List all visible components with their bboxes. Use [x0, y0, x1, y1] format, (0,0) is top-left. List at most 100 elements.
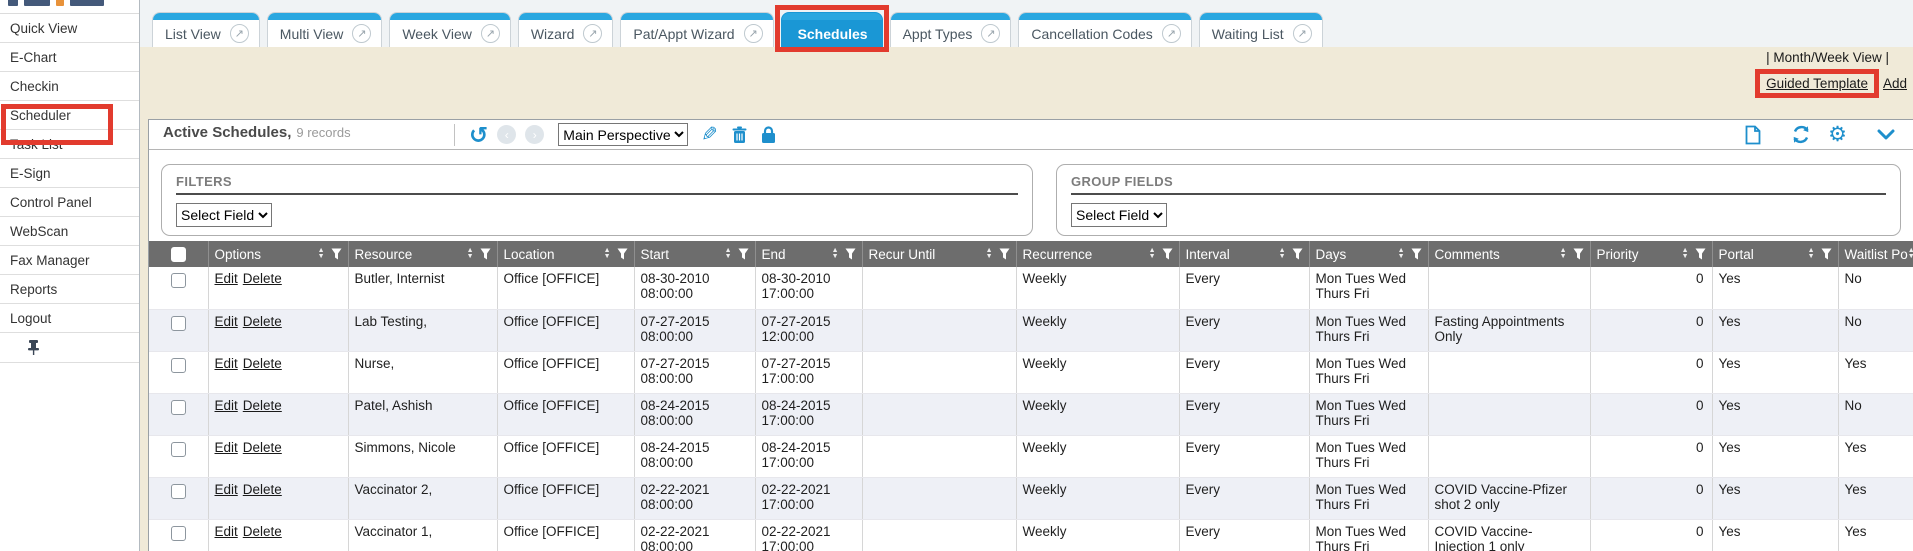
column-header-resource[interactable]: Resource▲▼: [348, 241, 497, 267]
row-checkbox[interactable]: [171, 484, 186, 499]
row-checkbox[interactable]: [171, 442, 186, 457]
edit-link[interactable]: Edit: [215, 524, 238, 539]
next-icon[interactable]: ›: [525, 125, 544, 144]
open-new-window-icon[interactable]: ↗: [1162, 24, 1181, 43]
open-new-window-icon[interactable]: ↗: [352, 24, 371, 43]
sort-arrows-icon[interactable]: ▲▼: [467, 248, 474, 260]
sidebar-item-e-chart[interactable]: E-Chart: [0, 43, 139, 72]
tab-multi-view[interactable]: Multi View↗: [267, 12, 383, 47]
pushpin-icon[interactable]: [27, 340, 40, 355]
edit-link[interactable]: Edit: [215, 356, 238, 371]
filter-funnel-icon[interactable]: [845, 248, 856, 260]
delete-link[interactable]: Delete: [243, 271, 282, 286]
sidebar-item-e-sign[interactable]: E-Sign: [0, 159, 139, 188]
tab-week-view[interactable]: Week View↗: [389, 12, 511, 47]
delete-link[interactable]: Delete: [243, 482, 282, 497]
delete-link[interactable]: Delete: [243, 440, 282, 455]
sort-arrows-icon[interactable]: ▲▼: [1908, 248, 1913, 260]
filter-funnel-icon[interactable]: [1573, 248, 1584, 260]
filter-funnel-icon[interactable]: [1821, 248, 1832, 260]
column-header-comments[interactable]: Comments▲▼: [1428, 241, 1590, 267]
tab-appt-types[interactable]: Appt Types↗: [890, 12, 1012, 47]
sidebar-item-quick-view[interactable]: Quick View: [0, 14, 139, 43]
filter-funnel-icon[interactable]: [1695, 248, 1706, 260]
row-checkbox[interactable]: [171, 316, 186, 331]
edit-link[interactable]: Edit: [215, 440, 238, 455]
sort-arrows-icon[interactable]: ▲▼: [1279, 248, 1286, 260]
column-header-end[interactable]: End▲▼: [755, 241, 862, 267]
row-checkbox[interactable]: [171, 526, 186, 541]
sidebar-item-control-panel[interactable]: Control Panel: [0, 188, 139, 217]
filter-funnel-icon[interactable]: [1162, 248, 1173, 260]
filter-funnel-icon[interactable]: [1292, 248, 1303, 260]
collapse-chevron-icon[interactable]: [1877, 129, 1895, 140]
add-link[interactable]: Add: [1883, 76, 1907, 91]
tab-waiting-list[interactable]: Waiting List↗: [1199, 12, 1323, 47]
sidebar-item-fax-manager[interactable]: Fax Manager: [0, 246, 139, 275]
open-new-window-icon[interactable]: ↗: [481, 24, 500, 43]
edit-link[interactable]: Edit: [215, 271, 238, 286]
open-new-window-icon[interactable]: ↗: [230, 24, 249, 43]
sort-arrows-icon[interactable]: ▲▼: [318, 248, 325, 260]
tab-cancellation-codes[interactable]: Cancellation Codes↗: [1018, 12, 1191, 47]
sort-arrows-icon[interactable]: ▲▼: [1560, 248, 1567, 260]
edit-link[interactable]: Edit: [215, 314, 238, 329]
undo-icon[interactable]: ↺: [469, 125, 488, 145]
column-header-days[interactable]: Days▲▼: [1309, 241, 1428, 267]
filters-field-select[interactable]: Select Field: [176, 203, 272, 227]
lock-icon[interactable]: [761, 126, 776, 144]
sort-arrows-icon[interactable]: ▲▼: [832, 248, 839, 260]
filter-funnel-icon[interactable]: [480, 248, 491, 260]
sidebar-item-task-list[interactable]: Task List: [0, 130, 139, 159]
previous-icon[interactable]: ‹: [497, 125, 516, 144]
row-checkbox[interactable]: [171, 273, 186, 288]
filter-funnel-icon[interactable]: [331, 248, 342, 260]
sort-arrows-icon[interactable]: ▲▼: [1398, 248, 1405, 260]
delete-link[interactable]: Delete: [243, 314, 282, 329]
edit-pencil-icon[interactable]: ✎: [701, 122, 718, 147]
group-fields-select[interactable]: Select Field: [1071, 203, 1167, 227]
delete-link[interactable]: Delete: [243, 524, 282, 539]
gear-icon[interactable]: ⚙: [1828, 126, 1847, 144]
sort-arrows-icon[interactable]: ▲▼: [1682, 248, 1689, 260]
sort-arrows-icon[interactable]: ▲▼: [604, 248, 611, 260]
column-header-options[interactable]: Options▲▼: [208, 241, 348, 267]
month-week-view-link[interactable]: | Month/Week View |: [1755, 50, 1889, 65]
tab-wizard[interactable]: Wizard↗: [518, 12, 614, 47]
open-new-window-icon[interactable]: ↗: [583, 24, 602, 43]
filter-funnel-icon[interactable]: [617, 248, 628, 260]
column-header-waitlist[interactable]: Waitlist Po▲▼: [1838, 241, 1913, 267]
filter-funnel-icon[interactable]: [999, 248, 1010, 260]
select-all-checkbox[interactable]: [171, 247, 186, 262]
tab-pat-appt-wizard[interactable]: Pat/Appt Wizard↗: [620, 12, 773, 47]
sort-arrows-icon[interactable]: ▲▼: [1149, 248, 1156, 260]
column-header-location[interactable]: Location▲▼: [497, 241, 634, 267]
edit-link[interactable]: Edit: [215, 482, 238, 497]
new-document-icon[interactable]: [1745, 125, 1761, 145]
sidebar-item-reports[interactable]: Reports: [0, 275, 139, 304]
column-header-recurrence[interactable]: Recurrence▲▼: [1016, 241, 1179, 267]
column-header-start[interactable]: Start▲▼: [634, 241, 755, 267]
tab-schedules[interactable]: Schedules: [781, 12, 883, 47]
row-checkbox[interactable]: [171, 358, 186, 373]
filter-funnel-icon[interactable]: [738, 248, 749, 260]
column-header-recur_until[interactable]: Recur Until▲▼: [862, 241, 1016, 267]
refresh-icon[interactable]: [1791, 125, 1811, 144]
delete-link[interactable]: Delete: [243, 398, 282, 413]
sort-arrows-icon[interactable]: ▲▼: [986, 248, 993, 260]
sort-arrows-icon[interactable]: ▲▼: [1808, 248, 1815, 260]
sidebar-item-logout[interactable]: Logout: [0, 304, 139, 333]
open-new-window-icon[interactable]: ↗: [744, 24, 763, 43]
row-checkbox[interactable]: [171, 400, 186, 415]
guided-template-link[interactable]: Guided Template: [1766, 76, 1868, 91]
open-new-window-icon[interactable]: ↗: [981, 24, 1000, 43]
delete-link[interactable]: Delete: [243, 356, 282, 371]
tab-list-view[interactable]: List View↗: [152, 12, 260, 47]
column-header-interval[interactable]: Interval▲▼: [1179, 241, 1309, 267]
perspective-select[interactable]: Main Perspective: [558, 123, 688, 146]
sidebar-item-checkin[interactable]: Checkin: [0, 72, 139, 101]
sidebar-item-scheduler[interactable]: Scheduler: [0, 101, 139, 130]
sort-arrows-icon[interactable]: ▲▼: [725, 248, 732, 260]
edit-link[interactable]: Edit: [215, 398, 238, 413]
open-new-window-icon[interactable]: ↗: [1293, 24, 1312, 43]
